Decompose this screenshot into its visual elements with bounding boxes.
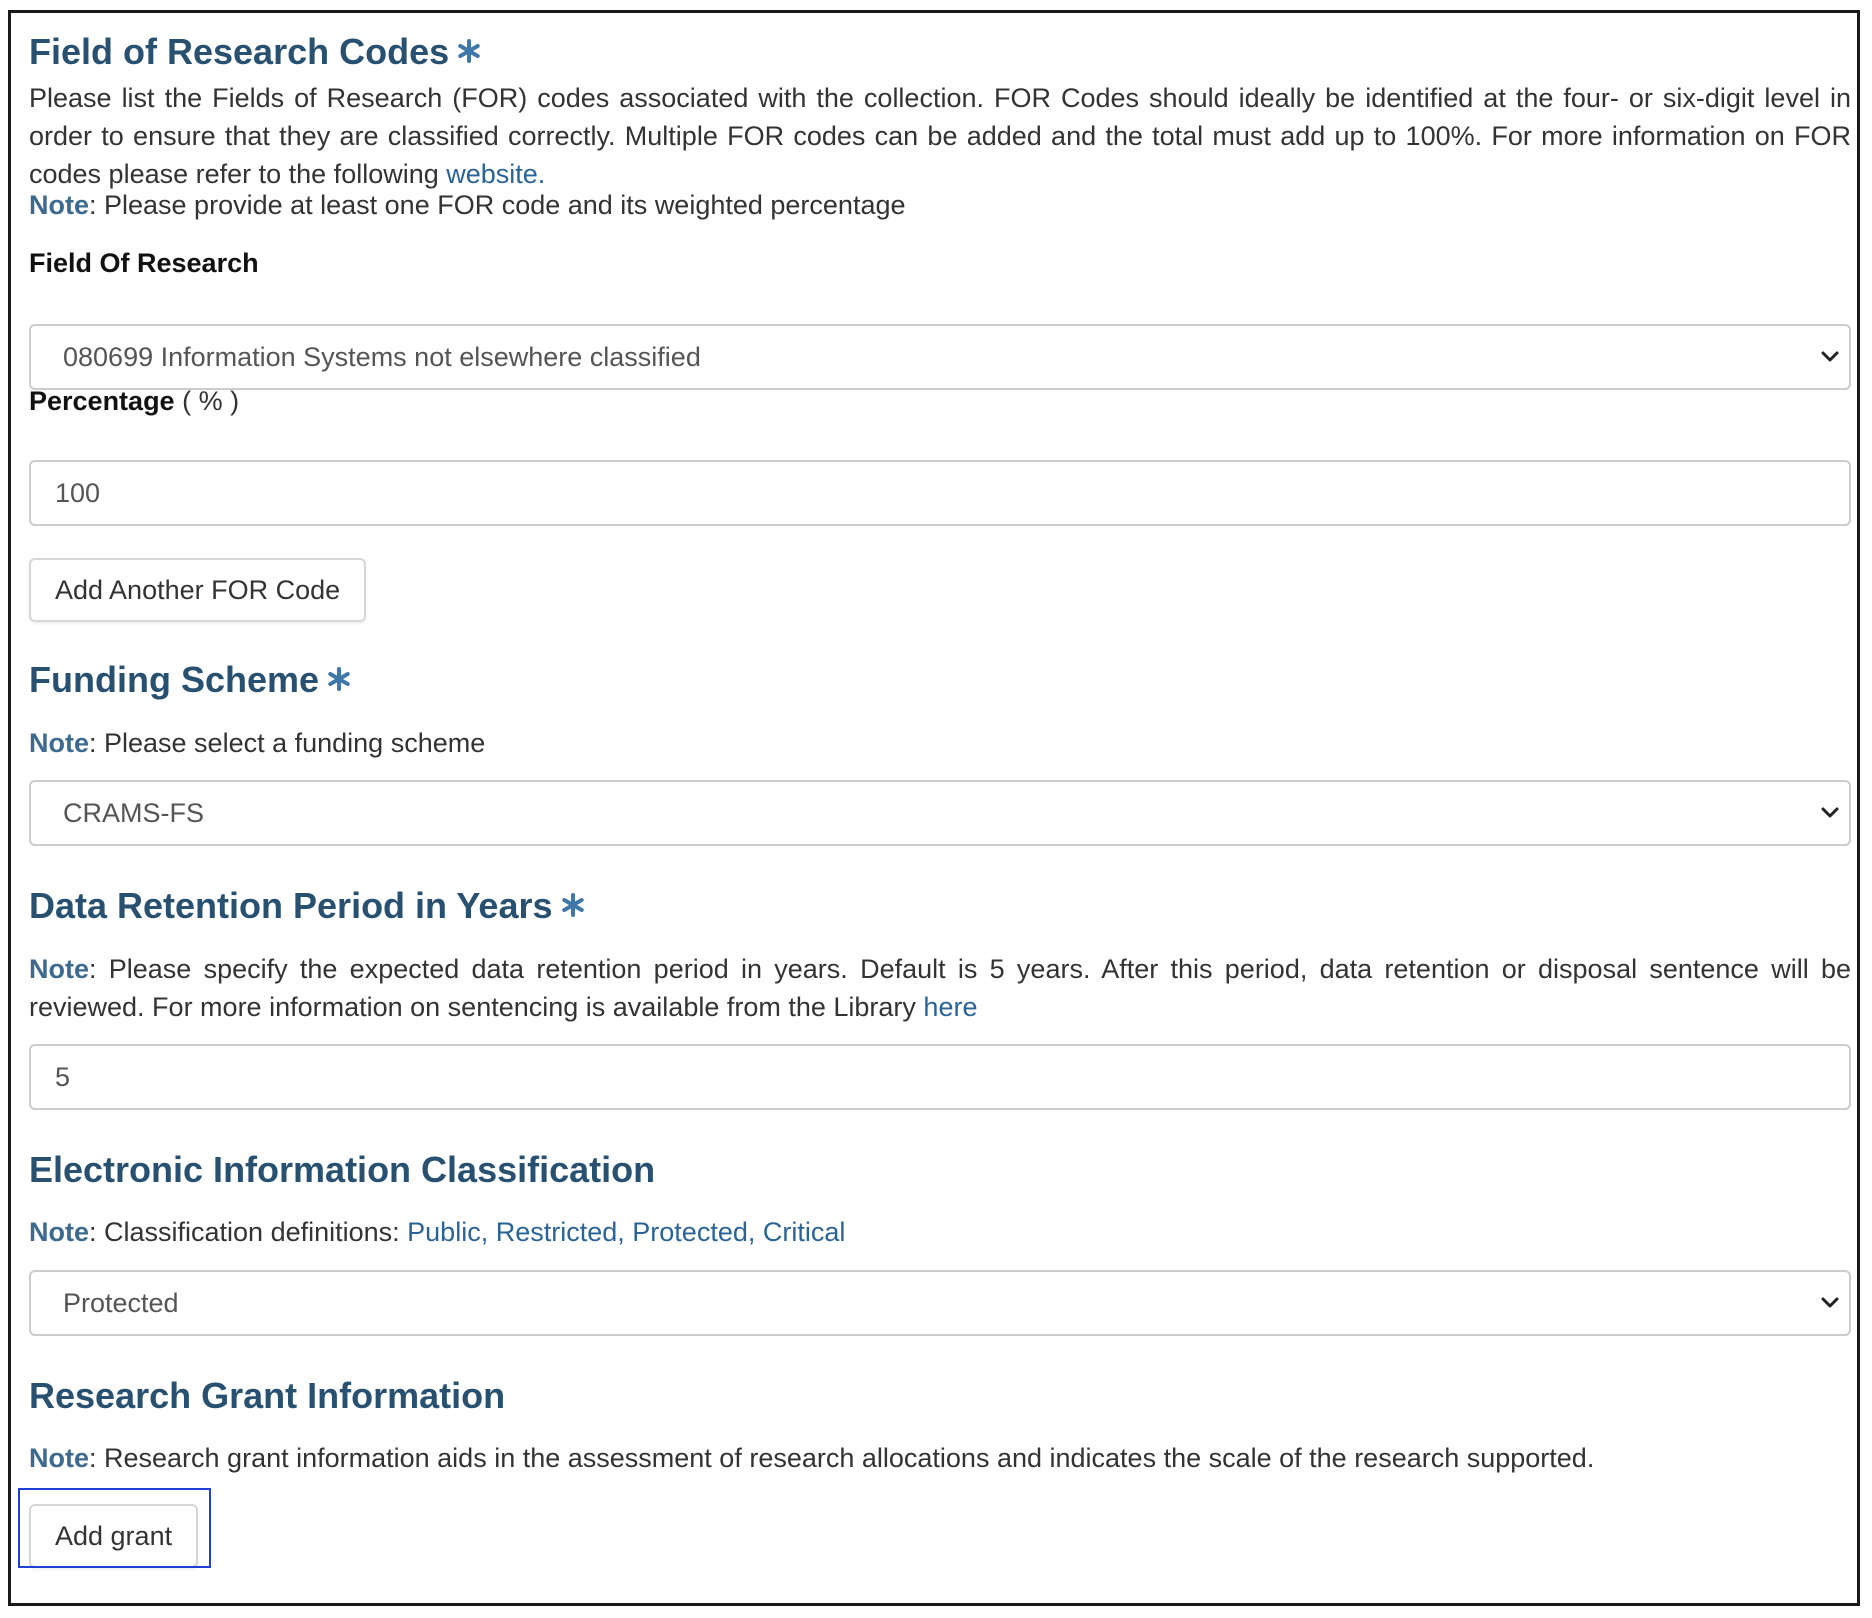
- funding-scheme-value: CRAMS-FS: [63, 798, 204, 828]
- for-codes-description: Please list the Fields of Research (FOR)…: [29, 79, 1851, 193]
- asterisk-icon: [561, 893, 584, 918]
- for-codes-title: Field of Research Codes: [29, 31, 450, 72]
- funding-note: Note: Please select a funding scheme: [29, 724, 485, 762]
- field-of-research-label: Field Of Research: [29, 248, 259, 278]
- grant-title: Research Grant Information: [29, 1375, 506, 1416]
- asterisk-icon: [458, 39, 480, 64]
- note-label: Note: [29, 728, 89, 758]
- retention-note: Note: Please specify the expected data r…: [29, 950, 1851, 1026]
- chevron-down-icon: [1821, 351, 1839, 362]
- public-link[interactable]: Public,: [407, 1217, 488, 1247]
- percentage-input[interactable]: 100: [29, 460, 1851, 526]
- funding-scheme-select[interactable]: CRAMS-FS: [29, 780, 1851, 846]
- restricted-link[interactable]: Restricted,: [496, 1217, 625, 1247]
- funding-title: Funding Scheme: [29, 659, 320, 700]
- note-text: : Research grant information aids in the…: [89, 1443, 1595, 1473]
- retention-years-input[interactable]: 5: [29, 1044, 1851, 1110]
- form-frame: Field of Research Codes Please list the …: [8, 10, 1860, 1606]
- percentage-unit: ( % ): [182, 386, 240, 416]
- note-label: Note: [29, 190, 89, 220]
- grant-note: Note: Research grant information aids in…: [29, 1439, 1594, 1477]
- for-codes-description-text: Please list the Fields of Research (FOR)…: [29, 83, 1851, 189]
- asterisk-icon: [328, 667, 350, 692]
- percentage-value: 100: [55, 478, 101, 508]
- protected-link[interactable]: Protected,: [632, 1217, 755, 1247]
- note-text: : Classification definitions:: [89, 1217, 408, 1247]
- here-link[interactable]: here: [923, 992, 977, 1022]
- field-of-research-select[interactable]: 080699 Information Systems not elsewhere…: [29, 324, 1851, 390]
- retention-title: Data Retention Period in Years: [29, 885, 553, 926]
- classification-title: Electronic Information Classification: [29, 1149, 656, 1190]
- for-codes-note: Note: Please provide at least one FOR co…: [29, 186, 906, 224]
- chevron-down-icon: [1821, 1297, 1839, 1308]
- note-text: : Please provide at least one FOR code a…: [89, 190, 906, 220]
- website-link[interactable]: website.: [446, 159, 545, 189]
- percentage-label: Percentage ( % ): [29, 382, 239, 420]
- for-codes-heading: Field of Research Codes: [29, 30, 481, 74]
- retention-years-value: 5: [55, 1062, 71, 1092]
- classification-note: Note: Classification definitions: Public…: [29, 1213, 845, 1251]
- classification-select[interactable]: Protected: [29, 1270, 1851, 1336]
- add-for-code-button[interactable]: Add Another FOR Code: [29, 558, 367, 622]
- note-label: Note: [29, 1443, 89, 1473]
- note-text: : Please select a funding scheme: [89, 728, 486, 758]
- funding-heading: Funding Scheme: [29, 658, 351, 702]
- classification-heading: Electronic Information Classification: [29, 1148, 655, 1192]
- percentage-label-text: Percentage: [29, 386, 175, 416]
- critical-link[interactable]: Critical: [763, 1217, 846, 1247]
- field-of-research-value: 080699 Information Systems not elsewhere…: [63, 342, 701, 372]
- retention-heading: Data Retention Period in Years: [29, 884, 585, 928]
- add-grant-highlight: [18, 1488, 211, 1568]
- classification-value: Protected: [63, 1288, 179, 1318]
- note-label: Note: [29, 1217, 89, 1247]
- note-label: Note: [29, 954, 89, 984]
- grant-heading: Research Grant Information: [29, 1374, 505, 1418]
- chevron-down-icon: [1821, 807, 1839, 818]
